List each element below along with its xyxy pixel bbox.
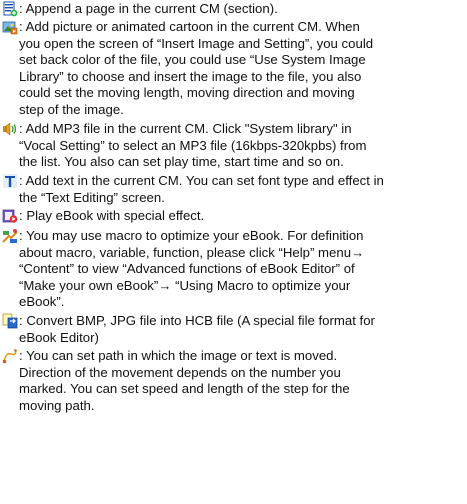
entry-macro: : You may use macro to optimize your eBo…: [0, 228, 461, 311]
entry-text-line: : Add MP3 file in the current CM. Click …: [19, 121, 352, 136]
entry-text-line: : You can set path in which the image or…: [19, 348, 338, 363]
entry-text-line: the list. You also can set play time, st…: [19, 154, 344, 170]
entry-text-line: : Add text in the current CM. You can se…: [19, 173, 384, 188]
entry-moving-path: : You can set path in which the image or…: [0, 348, 461, 414]
entry-text-line: you open the screen of “Insert Image and…: [19, 35, 374, 51]
convert-image-icon[interactable]: [2, 313, 18, 329]
entry-text-line: the “Text Editing” screen.: [19, 189, 165, 205]
moving-path-icon[interactable]: [2, 348, 18, 364]
entry-add-text: : Add text in the current CM. You can se…: [0, 173, 461, 206]
entry-text-line: eBook”.: [19, 294, 65, 310]
entry-text-line: Library” to choose and insert the image …: [19, 68, 362, 84]
entry-text-line: : Convert BMP, JPG file into HCB file (A…: [19, 313, 375, 328]
entry-add-picture: : Add picture or animated cartoon in the…: [0, 19, 461, 119]
entry-add-mp3: : Add MP3 file in the current CM. Click …: [0, 121, 461, 171]
entry-text-line: : Add picture or animated cartoon in the…: [19, 19, 360, 34]
entry-text-line: step of the image.: [19, 101, 124, 117]
macro-icon[interactable]: [2, 228, 18, 244]
entry-text-line: marked. You can set speed and length of …: [19, 381, 350, 397]
help-document: : Append a page in the current CM (secti…: [0, 0, 467, 504]
entry-text-line: “Make your own eBook”→ “Using Macro to o…: [19, 277, 351, 293]
entry-text-line: Direction of the movement depends on the…: [19, 364, 341, 380]
entry-text-line: moving path.: [19, 397, 95, 413]
entry-text-line: : You may use macro to optimize your eBo…: [19, 228, 364, 243]
entry-text-line: : Play eBook with special effect.: [19, 208, 205, 223]
entry-convert-image: : Convert BMP, JPG file into HCB file (A…: [0, 313, 461, 346]
entry-text-line: : Append a page in the current CM (secti…: [19, 1, 278, 16]
entry-text-line: set back color of the file, you could us…: [19, 52, 366, 68]
entry-text-line: “Content” to view “Advanced functions of…: [19, 261, 355, 277]
entry-text-line: about macro, variable, function, please …: [19, 244, 365, 260]
entry-append-page: : Append a page in the current CM (secti…: [0, 1, 461, 18]
add-text-icon[interactable]: [2, 173, 18, 189]
add-picture-icon[interactable]: [2, 19, 18, 35]
entry-text-line: could set the moving length, moving dire…: [19, 85, 355, 101]
entry-play-ebook: : Play eBook with special effect.: [0, 208, 461, 225]
append-page-icon[interactable]: [2, 1, 18, 17]
entry-text-line: eBook Editor): [19, 329, 99, 345]
add-mp3-icon[interactable]: [2, 121, 18, 137]
entry-text-line: “Vocal Setting” to select an MP3 file (1…: [19, 137, 367, 153]
play-ebook-icon[interactable]: [2, 208, 18, 224]
